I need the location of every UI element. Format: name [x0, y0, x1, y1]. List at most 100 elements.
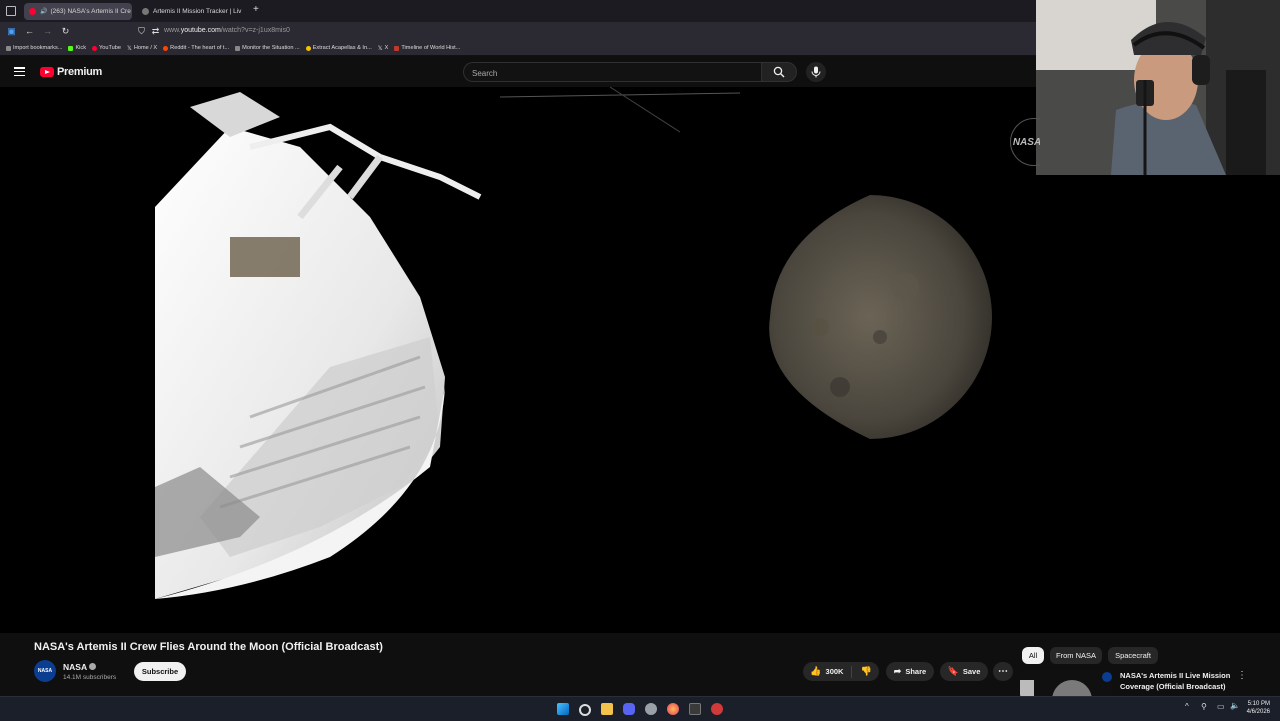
import-icon	[6, 45, 11, 51]
subscriber-count: 14.1M subscribers	[63, 674, 117, 681]
search-input[interactable]	[464, 65, 760, 82]
bookmark-import[interactable]: Import bookmarks...	[6, 45, 62, 51]
bookmark-x-home[interactable]: 𝕏 Home / X	[127, 45, 157, 52]
dislike-button[interactable]: 👎	[860, 666, 871, 677]
close-tab-icon[interactable]: ✕	[241, 8, 245, 16]
logo-text: Premium	[57, 66, 102, 78]
url-host: youtube.com	[180, 27, 221, 34]
video-frame	[155, 87, 992, 599]
tab-view-icon[interactable]: ▣	[6, 26, 17, 37]
bookmark-youtube[interactable]: YouTube	[92, 45, 121, 51]
share-arrow-icon: ➦	[893, 666, 902, 676]
tray-chevron-icon[interactable]: ^	[1185, 702, 1189, 711]
channel-name[interactable]: NASA	[63, 662, 87, 672]
close-tab-icon[interactable]: ✕	[131, 8, 132, 16]
site-info-icon[interactable]: ⇄	[150, 26, 161, 37]
recommendation-channel-avatar	[1102, 672, 1112, 682]
recommendation-title[interactable]: NASA's Artemis II Live Mission Coverage …	[1120, 671, 1238, 692]
youtube-icon	[92, 45, 98, 51]
microphone-icon	[811, 66, 821, 78]
bookmark-reddit[interactable]: Reddit - The heart of t...	[163, 45, 229, 51]
reddit-icon	[163, 45, 169, 51]
youtube-logo[interactable]: Premium	[40, 66, 102, 78]
search-button[interactable]	[761, 62, 797, 82]
more-vertical-icon[interactable]: ⋮	[1237, 670, 1247, 681]
tab-label: (263) NASA's Artemis II Cre	[50, 8, 131, 15]
file-explorer-icon[interactable]	[601, 703, 613, 715]
browser-tab-bar: 🔊 (263) NASA's Artemis II Cre ✕ Artemis …	[0, 0, 1036, 22]
globe-favicon-icon	[142, 8, 149, 15]
monitor-icon	[235, 45, 241, 51]
bookmark-label: Home / X	[133, 45, 158, 51]
discord-icon[interactable]	[623, 703, 635, 715]
terminal-icon[interactable]	[689, 703, 701, 715]
x-logo-icon: 𝕏	[127, 45, 132, 52]
url-path: /watch?v=z-j1ux8mis0	[220, 27, 290, 34]
right-black-area	[1036, 175, 1280, 633]
back-arrow-icon[interactable]: ←	[24, 26, 35, 37]
tray-app-icon[interactable]: ⚲	[1201, 702, 1207, 711]
bookmark-label: Extract Acapellas & In...	[312, 45, 372, 51]
hamburger-menu-icon[interactable]	[14, 67, 25, 77]
bookmark-x[interactable]: 𝕏X	[378, 45, 389, 52]
reload-icon[interactable]: ↻	[60, 26, 71, 37]
bookmarks-bar: Import bookmarks... Kick YouTube 𝕏 Home /…	[0, 41, 1036, 56]
windows-start-icon[interactable]	[557, 703, 569, 715]
bookmark-kick[interactable]: Kick	[68, 45, 86, 51]
acapella-icon	[305, 45, 311, 51]
streamer-webcam	[1036, 0, 1280, 175]
bookmark-label: YouTube	[99, 45, 121, 51]
share-label: Share	[905, 667, 927, 676]
bookmark-monitor[interactable]: Monitor the Situation ...	[235, 45, 300, 51]
bookmark-timeline[interactable]: Timeline of World Hist...	[394, 45, 460, 51]
sidebar-toggle-icon[interactable]	[6, 6, 16, 16]
bookmark-label: X	[384, 45, 389, 51]
video-title: NASA's Artemis II Crew Flies Around the …	[34, 641, 383, 653]
bookmark-acapellas[interactable]: Extract Acapellas & In...	[305, 45, 372, 51]
browser-toolbar: ▣ ← → ↻ ⛉ ⇄ www.youtube.com/watch?v=z-j1…	[0, 22, 1036, 41]
firefox-icon[interactable]	[667, 703, 679, 715]
chip-from-nasa[interactable]: From NASA	[1050, 647, 1102, 664]
url-prefix: www.	[164, 27, 181, 34]
windows-taskbar: ^ ⚲ ▭ 🔈 5:10 PM 4/6/2026	[0, 696, 1280, 721]
tab-artemis-broadcast[interactable]: 🔊 (263) NASA's Artemis II Cre ✕	[24, 3, 132, 20]
bookmark-icon: 🔖	[947, 666, 959, 676]
bookmark-label: Monitor the Situation ...	[242, 45, 300, 51]
clock-time[interactable]: 5:10 PM	[1248, 701, 1270, 707]
new-tab-icon[interactable]: +	[253, 4, 259, 15]
settings-gear-icon[interactable]	[645, 703, 657, 715]
subscribe-button[interactable]: Subscribe	[134, 662, 186, 681]
app-red-icon[interactable]	[711, 703, 723, 715]
thumbs-up-icon: 👍	[810, 666, 822, 676]
shield-icon[interactable]: ⛉	[136, 26, 147, 37]
more-actions-button[interactable]: ⋯	[993, 662, 1013, 681]
bookmark-label: Import bookmarks...	[13, 45, 63, 51]
speaker-icon[interactable]: 🔊	[40, 8, 47, 15]
like-count: 300K	[825, 667, 844, 676]
search-icon[interactable]	[579, 704, 591, 716]
like-button[interactable]: 👍 300K	[810, 666, 843, 677]
nasa-emblem-text: NASA	[1010, 118, 1040, 166]
like-dislike-group: 👍 300K 👎	[803, 662, 879, 681]
timeline-icon	[394, 45, 400, 51]
channel-avatar[interactable]: NASA	[34, 660, 56, 682]
bookmark-label: Timeline of World Hist...	[401, 45, 461, 51]
tab-label: Artemis II Mission Tracker | Liv	[153, 8, 242, 15]
save-button[interactable]: 🔖 Save	[940, 662, 988, 681]
network-icon[interactable]: ▭	[1217, 702, 1225, 711]
tab-mission-tracker[interactable]: Artemis II Mission Tracker | Liv ✕	[137, 3, 245, 20]
youtube-play-icon	[40, 67, 54, 77]
volume-icon[interactable]: 🔈	[1230, 701, 1240, 710]
voice-search-button[interactable]	[806, 62, 826, 82]
thumbs-down-icon: 👎	[860, 666, 872, 676]
forward-arrow-icon[interactable]: →	[42, 26, 53, 37]
chip-all[interactable]: All	[1022, 647, 1044, 664]
chip-spacecraft[interactable]: Spacecraft	[1108, 647, 1158, 664]
verified-badge-icon	[89, 663, 96, 670]
share-button[interactable]: ➦ Share	[886, 662, 934, 681]
video-player[interactable]	[0, 87, 1036, 633]
address-bar[interactable]: www.youtube.com/watch?v=z-j1ux8mis0	[164, 27, 290, 34]
clock-date[interactable]: 4/6/2026	[1247, 709, 1270, 715]
kick-icon	[68, 45, 74, 51]
bookmark-label: Kick	[75, 45, 87, 51]
